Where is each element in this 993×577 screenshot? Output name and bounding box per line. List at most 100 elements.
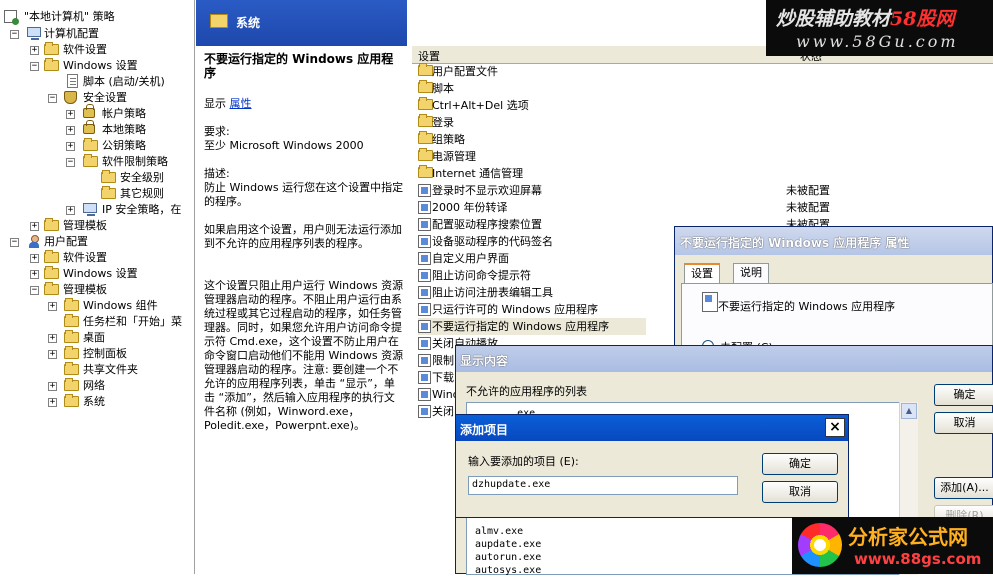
policy-title: 不要运行指定的 Windows 应用程序 — [204, 52, 394, 80]
tab-setting[interactable]: 设置 — [684, 263, 720, 283]
list-item[interactable]: 阻止访问命令提示符 — [418, 267, 646, 284]
show-properties-line: 显示 属性 — [204, 97, 252, 110]
setting-icon — [418, 184, 431, 197]
list-item[interactable]: 自定义用户界面 — [418, 250, 646, 267]
expand-icon[interactable]: + — [66, 126, 75, 135]
collapse-icon[interactable]: − — [66, 158, 75, 167]
policy-name: 不要运行指定的 Windows 应用程序 — [718, 300, 896, 313]
close-icon[interactable]: × — [825, 418, 845, 437]
folder-icon — [101, 170, 116, 183]
list-item-label: 2000 年份转译 — [432, 201, 508, 214]
properties-link[interactable]: 属性 — [230, 97, 252, 110]
collapse-icon[interactable]: − — [30, 286, 39, 295]
list-item[interactable]: 设备驱动程序的代码签名 — [418, 233, 646, 250]
expand-icon[interactable]: + — [30, 270, 39, 279]
expand-icon[interactable]: + — [66, 110, 75, 119]
add-cancel-button[interactable]: 取消 — [762, 481, 838, 503]
watermark-top-line1: 炒股辅助教材58股网 — [776, 8, 955, 30]
collapse-icon[interactable]: − — [10, 30, 19, 39]
folder-icon — [418, 80, 433, 93]
list-item[interactable]: 登录 — [418, 114, 646, 131]
list-item-label: Ctrl+Alt+Del 选项 — [432, 99, 529, 112]
flower-logo-icon — [798, 523, 842, 567]
list-item[interactable]: 脚本 — [418, 80, 646, 97]
setting-icon — [418, 354, 431, 367]
list-item-label: 不要运行指定的 Windows 应用程序 — [432, 320, 610, 333]
list-item-label: 自定义用户界面 — [432, 252, 509, 265]
list-item[interactable]: autorun.exe — [475, 551, 541, 564]
list-item-label: 脚本 — [432, 82, 454, 95]
list-item[interactable]: aupdate.exe — [475, 538, 541, 551]
expand-icon[interactable]: + — [48, 398, 57, 407]
expand-icon[interactable]: + — [48, 302, 57, 311]
expand-icon[interactable]: + — [66, 206, 75, 215]
list-item[interactable]: 组策略 — [418, 131, 646, 148]
add-item-input[interactable]: dzhupdate.exe — [468, 476, 738, 495]
add-item-title: 添加项目 — [460, 423, 509, 437]
folder-icon — [64, 346, 79, 359]
list-item-label: 电源管理 — [432, 150, 476, 163]
lock-icon — [83, 104, 95, 118]
policy-tree[interactable]: "本地计算机" 策略 − 计算机配置 + 软件设置 − Windows 设置 脚… — [0, 0, 195, 574]
list-item[interactable]: autosys.exe — [475, 564, 541, 577]
list-item-label: 用户配置文件 — [432, 65, 498, 78]
list-item[interactable]: 登录时不显示欢迎屏幕 — [418, 182, 646, 199]
description-paragraph-2: 如果启用这个设置，用户则无法运行添加到不允许的应用程序列表的程序。 — [204, 223, 402, 250]
show-cancel-button[interactable]: 取消 — [934, 412, 993, 434]
setting-icon — [418, 320, 431, 333]
add-item-dialog[interactable]: 添加项目 × 输入要添加的项目 (E): dzhupdate.exe 确定 取消 — [455, 414, 849, 518]
list-item[interactable]: 2000 年份转译 — [418, 199, 646, 216]
setting-icon — [418, 269, 431, 282]
expand-icon[interactable]: + — [30, 46, 39, 55]
show-contents-title-bar[interactable]: 显示内容 — [456, 346, 992, 372]
expand-icon[interactable]: + — [48, 334, 57, 343]
computer-icon — [27, 27, 41, 40]
watermark-bottom-title: 分析家公式网 — [848, 525, 968, 549]
requirements-value: 至少 Microsoft Windows 2000 — [204, 139, 364, 152]
collapse-icon[interactable]: − — [10, 238, 19, 247]
setting-icon — [418, 201, 431, 214]
folder-icon — [418, 165, 433, 178]
expand-icon[interactable]: + — [66, 142, 75, 151]
list-item-label: 关闭 — [432, 405, 454, 418]
list-item-label: 下载 — [432, 371, 454, 384]
setting-icon — [418, 286, 431, 299]
folder-icon — [101, 186, 116, 199]
list-item[interactable]: Internet 通信管理 — [418, 165, 646, 182]
list-item-label: 限制 — [432, 354, 454, 367]
add-ok-button[interactable]: 确定 — [762, 453, 838, 475]
list-item[interactable]: 阻止访问注册表编辑工具 — [418, 284, 646, 301]
watermark-banner-bottom: 分析家公式网 www.88gs.com — [792, 517, 993, 574]
watermark-bottom-url: www.88gs.com — [854, 550, 982, 568]
properties-title-bar[interactable]: 不要运行指定的 Windows 应用程序 属性 — [675, 227, 992, 255]
folder-icon — [418, 63, 433, 76]
list-item-state: 未被配置 — [786, 184, 830, 197]
list-item[interactable]: 只运行许可的 Windows 应用程序 — [418, 301, 646, 318]
setting-icon — [702, 292, 718, 312]
expand-icon[interactable]: + — [30, 222, 39, 231]
list-item[interactable]: 不要运行指定的 Windows 应用程序 — [418, 318, 646, 335]
expand-icon[interactable]: + — [48, 382, 57, 391]
add-item-prompt: 输入要添加的项目 (E): — [468, 455, 579, 468]
list-item[interactable]: 电源管理 — [418, 148, 646, 165]
description-label: 描述: — [204, 167, 230, 180]
list-item[interactable]: 配置驱动程序搜索位置 — [418, 216, 646, 233]
list-item[interactable]: almv.exe — [475, 525, 523, 538]
folder-icon — [83, 154, 98, 167]
list-item[interactable]: 用户配置文件 — [418, 63, 646, 80]
column-header-setting[interactable]: 设置 — [418, 48, 440, 64]
list-item-label: 只运行许可的 Windows 应用程序 — [432, 303, 599, 316]
folder-icon — [418, 131, 433, 144]
show-add-button[interactable]: 添加(A)... — [934, 477, 993, 499]
add-item-title-bar[interactable]: 添加项目 × — [456, 415, 848, 441]
tab-explain[interactable]: 说明 — [733, 263, 769, 283]
list-item[interactable]: Ctrl+Alt+Del 选项 — [418, 97, 646, 114]
list-item-label: Internet 通信管理 — [432, 167, 524, 180]
collapse-icon[interactable]: − — [30, 62, 39, 71]
expand-icon[interactable]: + — [48, 350, 57, 359]
scroll-up-icon[interactable]: ▲ — [901, 403, 917, 419]
collapse-icon[interactable]: − — [48, 94, 57, 103]
list-item-label: 登录时不显示欢迎屏幕 — [432, 184, 542, 197]
show-ok-button[interactable]: 确定 — [934, 384, 993, 406]
expand-icon[interactable]: + — [30, 254, 39, 263]
